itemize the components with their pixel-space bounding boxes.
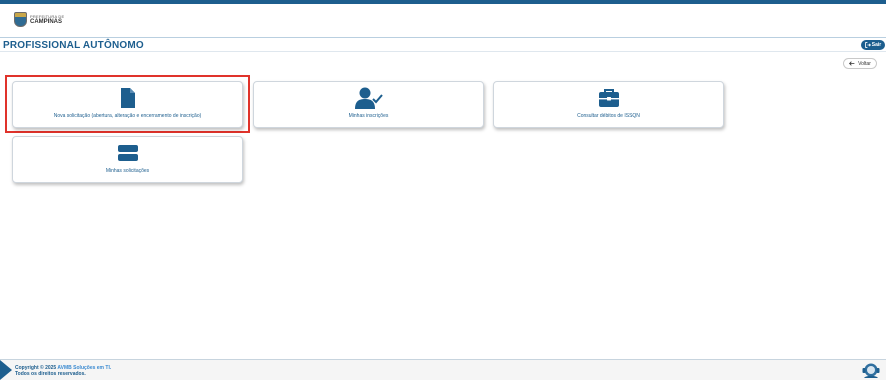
- back-label: Voltar: [858, 60, 871, 67]
- card-new-request[interactable]: Nova solicitação (abertura, alteração e …: [12, 81, 243, 128]
- arrow-left-icon: [849, 61, 855, 66]
- support-agent-icon[interactable]: [861, 362, 881, 379]
- footer-accent: [0, 360, 12, 380]
- card-my-requests[interactable]: Minhas solicitações: [12, 136, 243, 183]
- briefcase-icon: [598, 89, 619, 107]
- city-crest-icon: [14, 12, 27, 27]
- campinas-logo[interactable]: PREFEITURA DE CAMPINAS: [14, 12, 64, 27]
- card-my-registrations[interactable]: Minhas inscrições: [253, 81, 484, 128]
- title-bar: PROFISSIONAL AUTÔNOMO Sair: [0, 37, 886, 52]
- card-label: Minhas solicitações: [105, 168, 150, 174]
- logout-button[interactable]: Sair: [861, 40, 885, 50]
- footer: Copyright © 2025 AVMB Soluções em TI. To…: [0, 359, 886, 380]
- logo-city-name: CAMPINAS: [30, 18, 63, 25]
- back-button[interactable]: Voltar: [843, 58, 877, 69]
- document-icon: [120, 88, 135, 108]
- user-check-icon: [354, 87, 383, 109]
- logout-label: Sair: [871, 42, 882, 48]
- server-icon: [117, 145, 138, 161]
- card-label: Minhas inscrições: [348, 113, 389, 119]
- card-label: Consultar débitos de ISSQN: [577, 113, 640, 119]
- logout-icon: [864, 42, 871, 48]
- header: PREFEITURA DE CAMPINAS: [0, 4, 886, 37]
- footer-copyright: Copyright © 2025 AVMB Soluções em TI. To…: [15, 365, 111, 377]
- rights-text: Todos os direitos reservados.: [15, 371, 86, 377]
- card-issqn-debts[interactable]: Consultar débitos de ISSQN: [493, 81, 724, 128]
- card-label: Nova solicitação (abertura, alteração e …: [53, 113, 202, 119]
- page-title: PROFISSIONAL AUTÔNOMO: [3, 40, 144, 51]
